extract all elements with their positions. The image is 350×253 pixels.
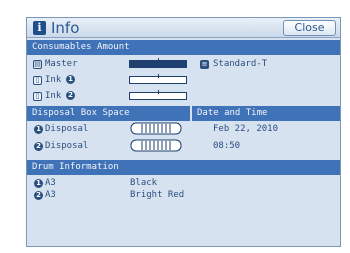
- drum2-number-icon: 2: [34, 191, 43, 200]
- drum1-size: A3: [45, 178, 56, 188]
- ink2-level-gauge: [129, 90, 187, 100]
- drum-section-header: Drum Information: [27, 160, 340, 175]
- disposal1-label: Disposal: [45, 124, 89, 134]
- gauge-mid-tick: [158, 90, 159, 94]
- ink-icon: ▯: [33, 76, 42, 85]
- ink1-label: Ink: [45, 75, 62, 85]
- disposal1-box-graphic: [130, 122, 182, 135]
- ink1-number-icon: 1: [66, 75, 75, 84]
- ink1-level-gauge: [129, 74, 187, 84]
- master-type-value: Standard-T: [213, 59, 268, 69]
- page-title: Info: [51, 19, 80, 37]
- consumables-section-header: Consumables Amount: [27, 40, 340, 55]
- disposal2-box-graphic: [130, 139, 182, 152]
- disposal1-number-icon: 1: [34, 125, 43, 134]
- master-level-gauge: [129, 58, 187, 68]
- info-icon: i: [33, 21, 46, 35]
- master-icon: ▤: [33, 60, 42, 69]
- datetime-section-header: Date and Time: [192, 106, 340, 121]
- drum2-size: A3: [45, 190, 56, 200]
- info-panel: i Info Close Consumables Amount ▤ Master…: [26, 17, 341, 247]
- date-value: Feb 22, 2010: [213, 124, 279, 134]
- drum1-number-icon: 1: [34, 179, 43, 188]
- ink2-label: Ink: [45, 91, 62, 101]
- time-value: 08:50: [213, 141, 241, 151]
- ink-icon: ▯: [33, 92, 42, 101]
- drum1-color: Black: [130, 178, 158, 188]
- gauge-mid-tick: [158, 74, 159, 78]
- ink2-number-icon: 2: [66, 91, 75, 100]
- title-bar: i Info Close: [27, 18, 340, 38]
- disposal2-label: Disposal: [45, 141, 89, 151]
- drum2-color: Bright Red: [130, 190, 185, 200]
- master-label: Master: [45, 59, 78, 69]
- disposal2-number-icon: 2: [34, 142, 43, 151]
- close-button[interactable]: Close: [283, 20, 336, 36]
- disposal-section-header: Disposal Box Space: [27, 106, 190, 121]
- gauge-mid-tick: [158, 58, 159, 62]
- master-type-icon: ≡: [200, 60, 209, 69]
